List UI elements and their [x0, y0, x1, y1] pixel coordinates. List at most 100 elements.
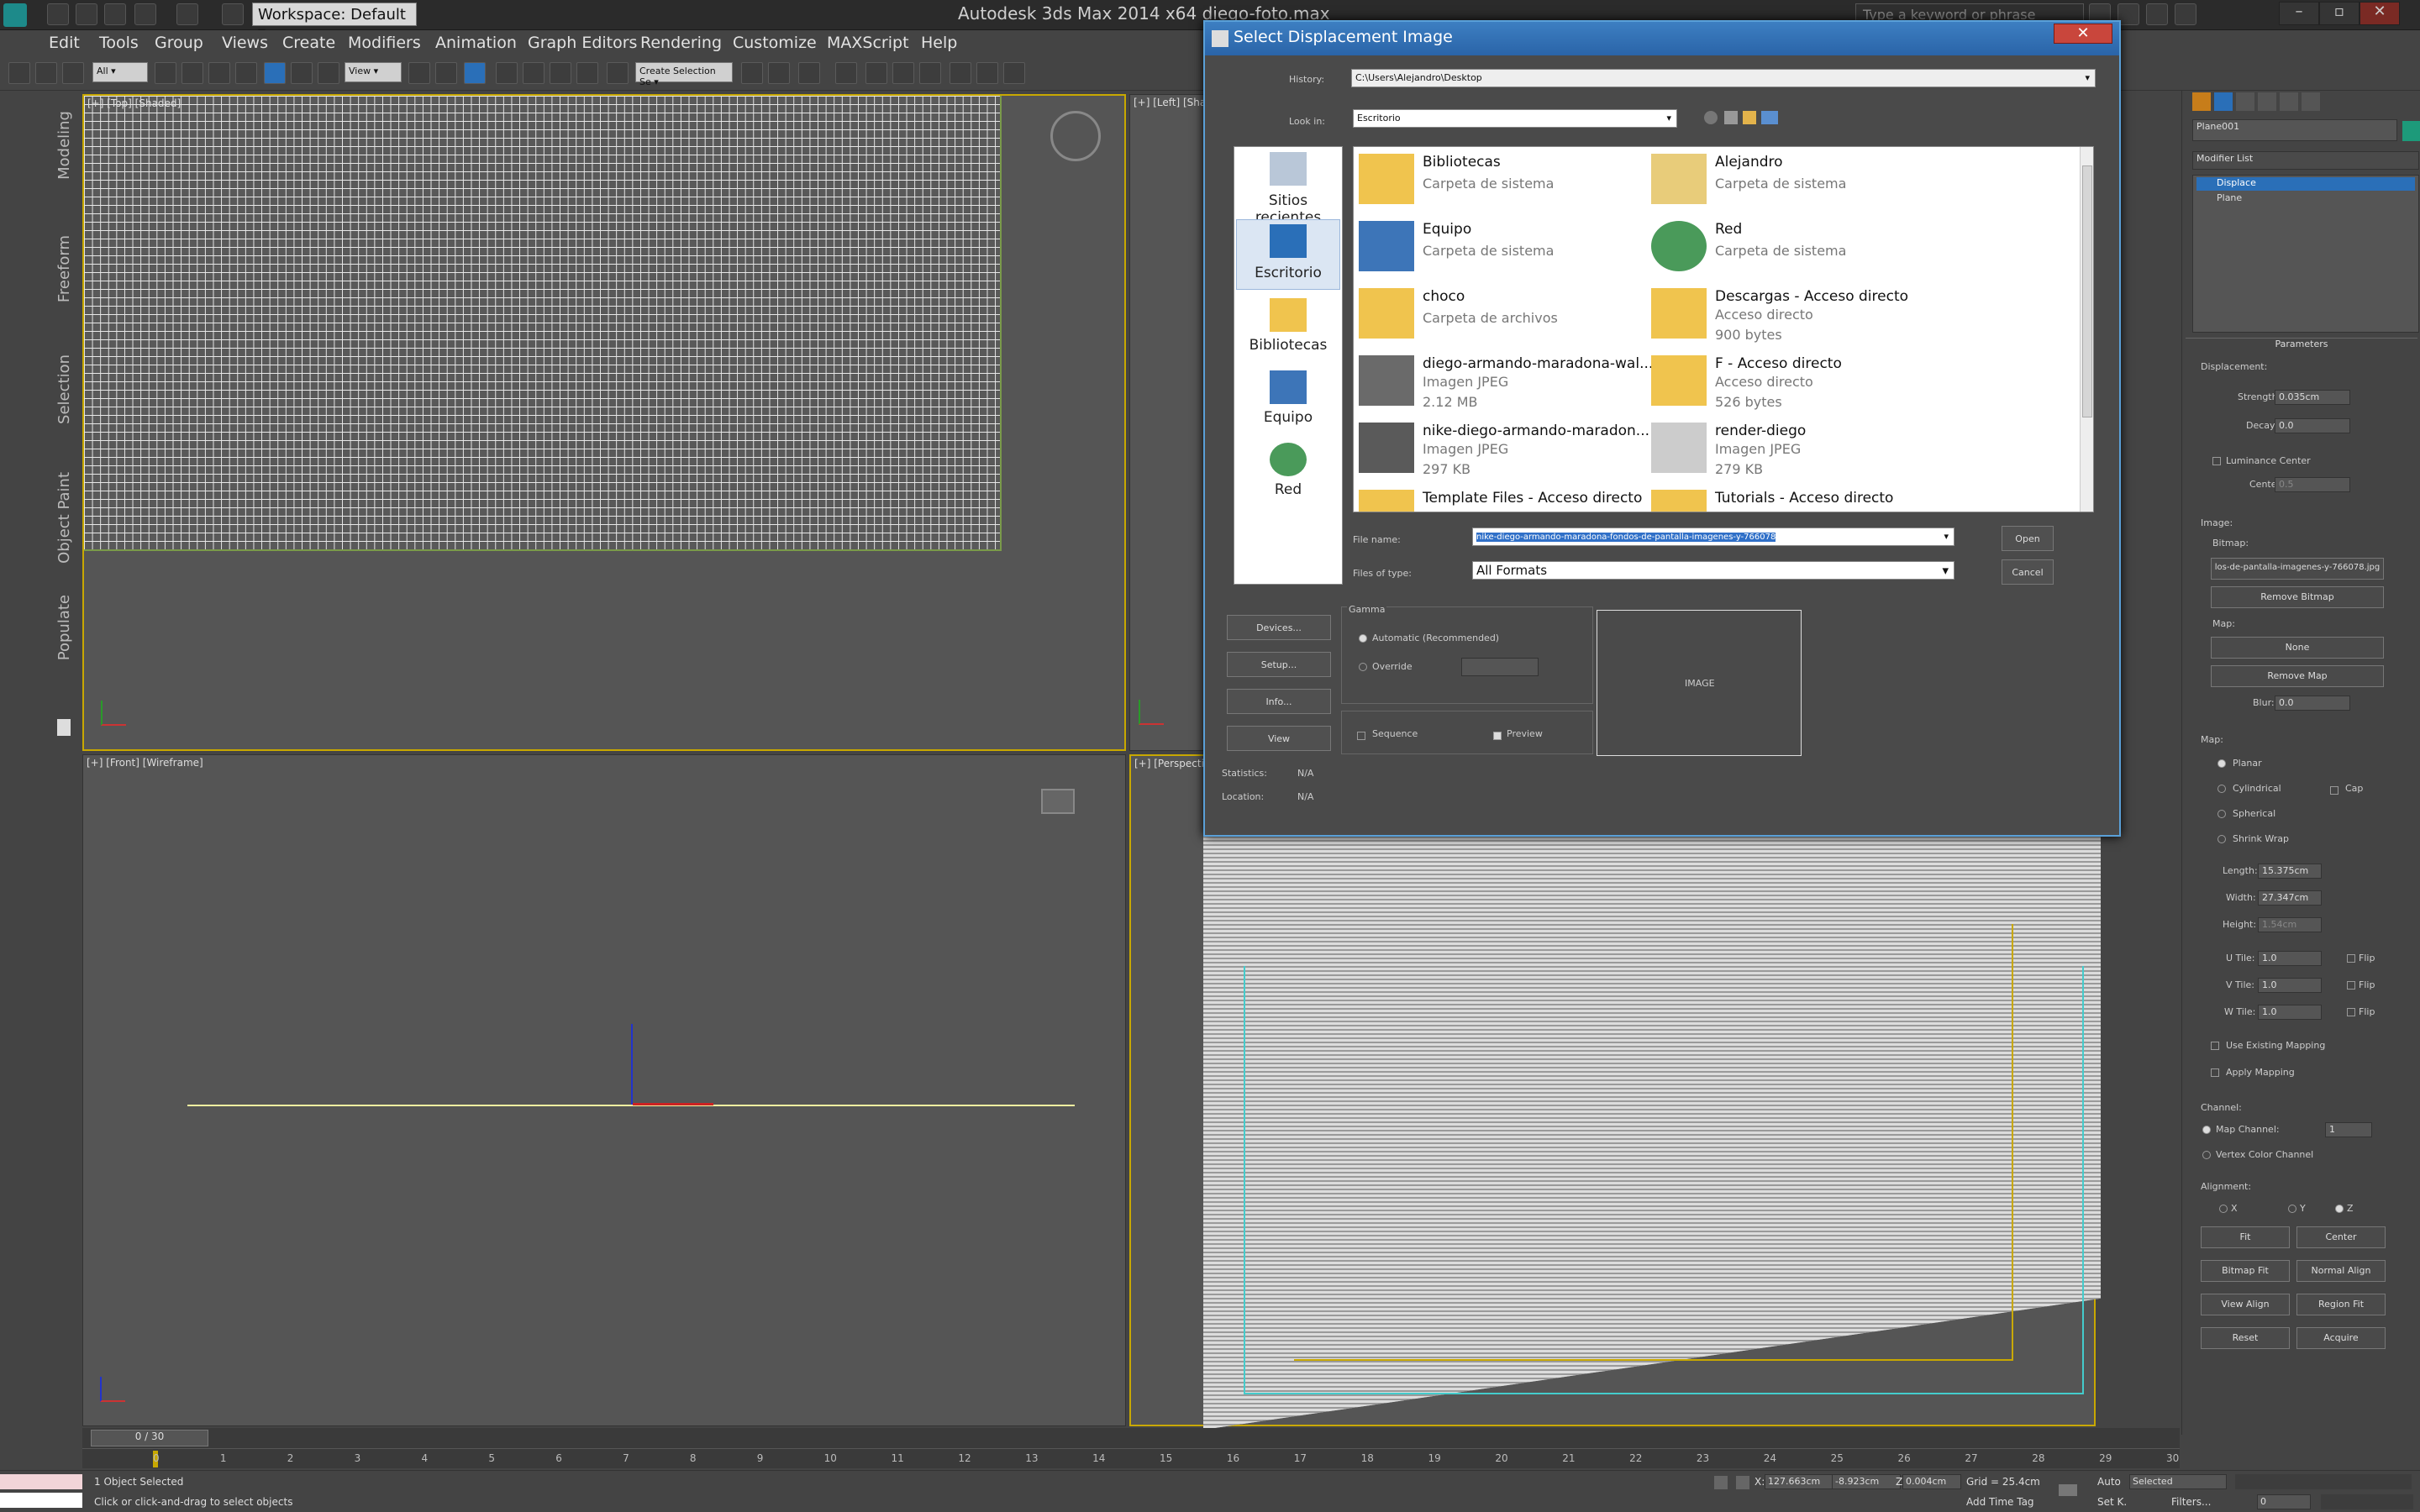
region-fit-button[interactable]: Region Fit	[2296, 1294, 2386, 1315]
align-y-radio[interactable]	[2288, 1205, 2296, 1213]
file-list[interactable]: Bibliotecas Carpeta de sistema Alejandro…	[1353, 146, 2094, 512]
schematic-view-icon[interactable]	[892, 62, 914, 84]
current-frame-field[interactable]: 0	[2257, 1494, 2311, 1509]
maxscript-listener-field[interactable]	[0, 1474, 82, 1489]
file-item[interactable]: Template Files - Acceso directo	[1354, 483, 1648, 512]
remove-modifier-icon[interactable]	[2266, 296, 2283, 311]
spinner-snap-icon[interactable]	[576, 62, 598, 84]
gamma-override-radio[interactable]	[1359, 663, 1367, 671]
viewcube-icon[interactable]	[1041, 789, 1075, 814]
info-button[interactable]: Info...	[1227, 689, 1331, 714]
menu-customize[interactable]: Customize	[733, 34, 817, 52]
length-spinner[interactable]: 15.375cm	[2258, 864, 2322, 879]
use-existing-mapping-checkbox[interactable]	[2211, 1042, 2219, 1050]
menu-views[interactable]: Views	[222, 34, 268, 52]
file-item[interactable]: Red Carpeta de sistema	[1646, 214, 1940, 280]
help-icon[interactable]	[2175, 3, 2196, 25]
viewport-top[interactable]: [+] [Top] [Shaded]	[82, 94, 1126, 751]
menu-group[interactable]: Group	[155, 34, 203, 52]
pivot-center-icon[interactable]	[408, 62, 430, 84]
render-production-icon[interactable]	[1003, 62, 1025, 84]
time-slider[interactable]: 0 / 30	[82, 1428, 2180, 1448]
viewport-label-perspective[interactable]: [+] [Perspectiv	[1134, 758, 1210, 769]
dialog-close-button[interactable]: ✕	[2054, 24, 2112, 44]
v-flip-checkbox[interactable]	[2347, 981, 2355, 990]
align-x-radio[interactable]	[2219, 1205, 2228, 1213]
place-computer[interactable]: Equipo	[1234, 409, 1342, 426]
viewport-label-front[interactable]: [+] [Front] [Wireframe]	[87, 757, 203, 769]
filename-input[interactable]: nike-diego-armando-maradona-fondos-de-pa…	[1472, 528, 1954, 546]
rotate-icon[interactable]	[291, 62, 313, 84]
viewcube-icon[interactable]	[1050, 111, 1101, 161]
maximize-button[interactable]: ▫	[2319, 2, 2360, 25]
gamma-auto-radio[interactable]	[1359, 634, 1367, 643]
angle-snap-icon[interactable]	[523, 62, 544, 84]
edit-named-selection-icon[interactable]	[607, 62, 629, 84]
map-button[interactable]: None	[2211, 637, 2384, 659]
stack-item-displace[interactable]: Displace	[2196, 177, 2415, 191]
new-file-icon[interactable]	[47, 3, 69, 25]
app-logo-icon[interactable]	[3, 3, 27, 27]
remove-map-button[interactable]: Remove Map	[2211, 665, 2384, 687]
file-item[interactable]: F - Acceso directo Acceso directo 526 by…	[1646, 349, 1940, 414]
object-color-swatch[interactable]	[2402, 121, 2420, 141]
window-crossing-icon[interactable]	[235, 62, 257, 84]
bitmap-fit-button[interactable]: Bitmap Fit	[2201, 1260, 2290, 1282]
ribbon-expand-icon[interactable]	[57, 719, 71, 736]
dialog-title-bar[interactable]: Select Displacement Image ✕	[1205, 22, 2119, 55]
curve-editor-icon[interactable]	[865, 62, 887, 84]
blur-spinner[interactable]: 0.0	[2275, 696, 2350, 711]
height-spinner[interactable]: 1.54cm	[2258, 917, 2322, 932]
percent-snap-icon[interactable]	[550, 62, 571, 84]
tab-selection[interactable]: Selection	[55, 354, 73, 424]
file-item[interactable]: Equipo Carpeta de sistema	[1354, 214, 1648, 280]
graphite-toolbar-icon[interactable]	[835, 62, 857, 84]
minimize-button[interactable]: –	[2279, 2, 2319, 25]
map-channel-spinner[interactable]: 1	[2325, 1122, 2372, 1137]
stack-item-plane[interactable]: Plane	[2196, 192, 2415, 206]
decay-spinner[interactable]: 0.0	[2275, 418, 2350, 433]
utilities-tab-icon[interactable]	[2302, 92, 2320, 111]
w-tile-spinner[interactable]: 1.0	[2258, 1005, 2322, 1020]
planar-radio[interactable]	[2217, 759, 2226, 768]
normal-align-button[interactable]: Normal Align	[2296, 1260, 2386, 1282]
tab-freeform[interactable]: Freeform	[55, 235, 73, 302]
scrollbar-thumb[interactable]	[2082, 165, 2092, 417]
view-button[interactable]: View	[1227, 726, 1331, 751]
align-z-radio[interactable]	[2335, 1205, 2344, 1213]
open-file-icon[interactable]	[76, 3, 97, 25]
strength-spinner[interactable]: 0.035cm	[2275, 390, 2350, 405]
project-folder-icon[interactable]	[222, 3, 244, 25]
bitmap-button[interactable]: los-de-pantalla-imagenes-y-766078.jpg	[2211, 558, 2384, 580]
key-mode-dropdown[interactable]: Selected	[2129, 1474, 2227, 1489]
maxscript-output-field[interactable]	[0, 1493, 82, 1508]
select-link-icon[interactable]	[8, 62, 30, 84]
add-time-tag[interactable]: Add Time Tag	[1966, 1496, 2034, 1508]
material-editor-icon[interactable]	[919, 62, 941, 84]
width-spinner[interactable]: 27.347cm	[2258, 890, 2322, 906]
file-item[interactable]: Tutorials - Acceso directo	[1646, 483, 1940, 512]
new-folder-icon[interactable]	[1743, 111, 1756, 124]
layer-manager-icon[interactable]	[798, 62, 820, 84]
file-item[interactable]: Alejandro Carpeta de sistema	[1646, 147, 1940, 213]
tab-populate[interactable]: Populate	[55, 595, 73, 660]
file-item[interactable]: choco Carpeta de archivos	[1354, 281, 1648, 347]
playback-controls[interactable]	[2235, 1474, 2412, 1489]
show-end-result-icon[interactable]	[2219, 296, 2236, 311]
view-menu-icon[interactable]	[1761, 111, 1778, 124]
file-item[interactable]: nike-diego-armando-maradon... Imagen JPE…	[1354, 416, 1649, 481]
modifier-list-dropdown[interactable]: Modifier List	[2192, 151, 2419, 170]
place-network[interactable]: Red	[1234, 481, 1342, 498]
scale-icon[interactable]	[318, 62, 339, 84]
auto-key-button[interactable]: Auto	[2097, 1476, 2121, 1488]
render-setup-icon[interactable]	[950, 62, 971, 84]
menu-maxscript[interactable]: MAXScript	[827, 34, 909, 52]
redo-icon[interactable]	[176, 3, 198, 25]
key-icon[interactable]	[2059, 1484, 2077, 1496]
gamma-override-field[interactable]	[1461, 658, 1539, 676]
center-spinner[interactable]: 0.5	[2275, 477, 2350, 492]
sequence-checkbox[interactable]	[1357, 732, 1365, 740]
tab-modeling[interactable]: Modeling	[55, 111, 73, 180]
hierarchy-tab-icon[interactable]	[2236, 92, 2254, 111]
pin-stack-icon[interactable]	[2194, 296, 2211, 311]
